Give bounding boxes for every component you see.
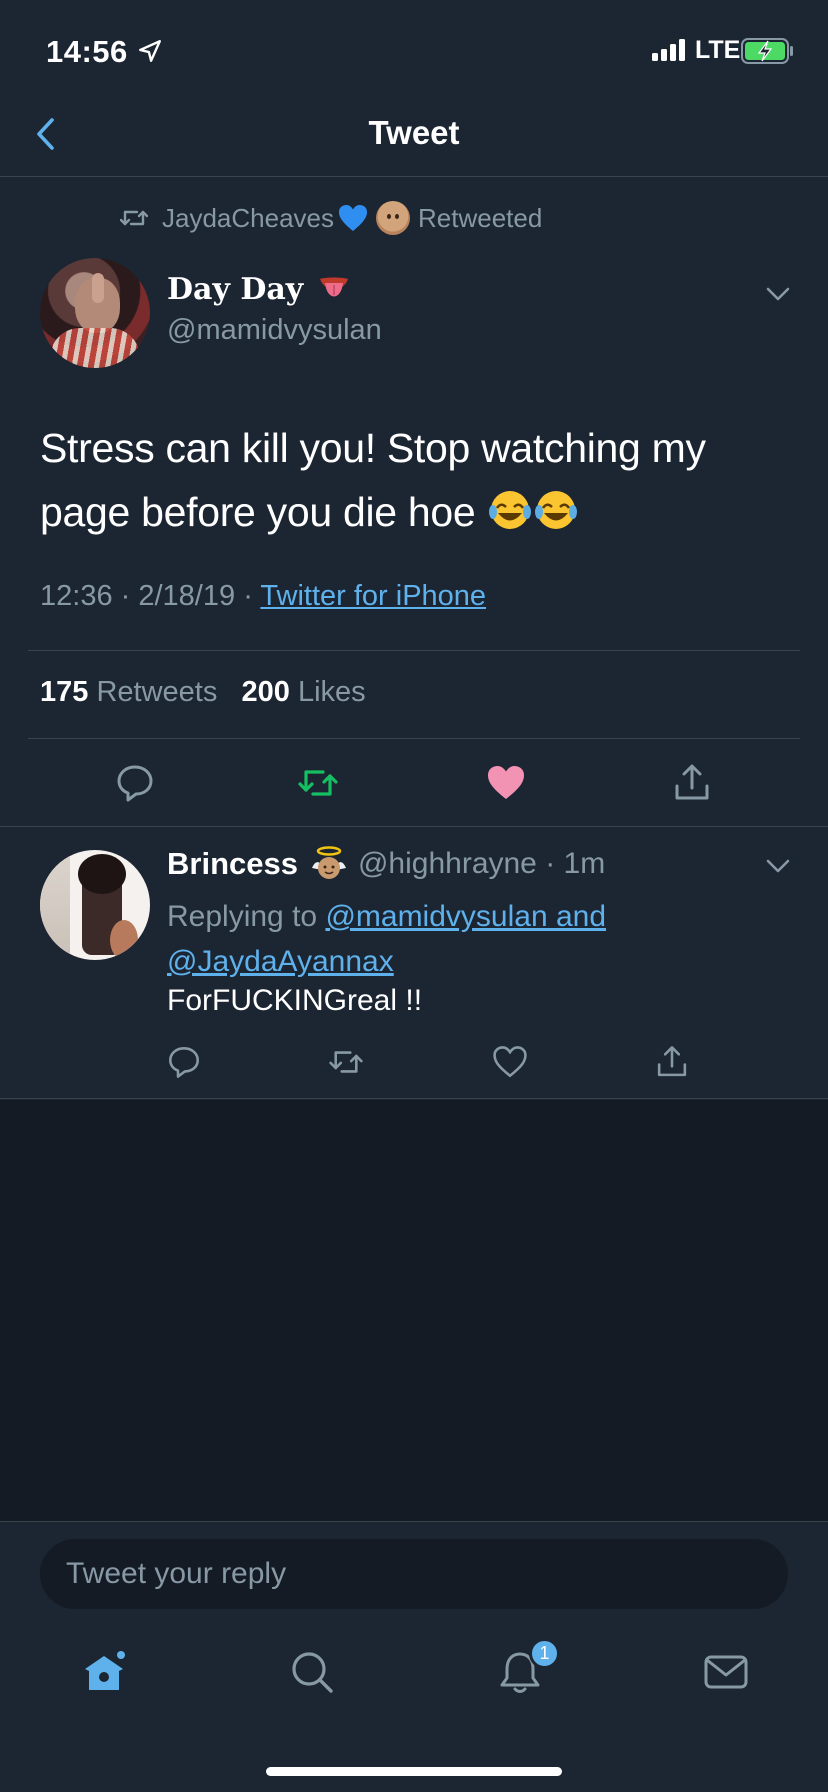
- like-count: 200: [241, 676, 290, 708]
- replying-to-link-mamidvysulan[interactable]: @mamidvysulan and: [325, 900, 606, 933]
- retweet-count-link[interactable]: 175 Retweets: [40, 676, 217, 708]
- share-icon[interactable]: [671, 762, 713, 804]
- author-handle[interactable]: @mamidvysulan: [167, 314, 382, 347]
- like-heart-icon[interactable]: [492, 1044, 528, 1080]
- reply-author-handle[interactable]: @highhrayne: [358, 847, 537, 881]
- status-bar: 14:56 LTE: [0, 0, 828, 100]
- reply-composer[interactable]: [40, 1539, 788, 1609]
- author-avatar[interactable]: [40, 258, 150, 368]
- like-heart-icon[interactable]: [485, 762, 527, 804]
- chevron-down-icon[interactable]: [764, 856, 792, 876]
- share-icon[interactable]: [654, 1044, 690, 1080]
- notification-badge: 1: [529, 1638, 560, 1669]
- reply-header: Brincess @highhrayne · 1m: [167, 846, 606, 882]
- reply-icon[interactable]: [114, 762, 156, 804]
- divider: [28, 650, 800, 651]
- battery-charging-icon: [741, 38, 793, 64]
- tweet-text-content: Stress can kill you! Stop watching my pa…: [40, 425, 706, 535]
- tweet-text: Stress can kill you! Stop watching my pa…: [40, 416, 800, 544]
- engagement-counts: 175 Retweets 200 Likes: [40, 676, 366, 709]
- likes-label: Likes: [297, 676, 366, 708]
- signal-icon: [652, 39, 685, 61]
- reply-icon[interactable]: [166, 1044, 202, 1080]
- retweets-label: Retweets: [96, 676, 218, 708]
- page-title: Tweet: [368, 114, 460, 151]
- tweet-time: 12:36: [40, 580, 113, 612]
- like-count-link[interactable]: 200 Likes: [242, 676, 366, 708]
- angel-baby-emoji-icon: [311, 846, 346, 879]
- replying-prefix: Replying to: [167, 900, 318, 933]
- replying-to: Replying to @mamidvysulan and @JaydaAyan…: [167, 894, 807, 984]
- network-label: LTE: [695, 36, 741, 64]
- baby-emoji-icon: [376, 201, 410, 235]
- retweet-icon: [120, 210, 148, 226]
- tongue-emoji-icon: [320, 277, 349, 296]
- reply-author-name[interactable]: Brincess: [167, 846, 298, 882]
- retweeted-label: Retweeted: [418, 202, 543, 233]
- tweet-detail-screen: 14:56 LTE Tweet JaydaCheaves Retweeted D…: [0, 0, 828, 1792]
- reply-text: ForFUCKINGreal !!: [167, 984, 423, 1017]
- reply-input[interactable]: [40, 1539, 788, 1609]
- tweet-date: 2/18/19: [138, 580, 236, 612]
- retweet-icon[interactable]: [328, 1044, 364, 1080]
- tears-of-joy-emoji-icon: [535, 491, 578, 529]
- nav-header: Tweet: [0, 100, 828, 177]
- retweet-banner[interactable]: JaydaCheaves Retweeted: [120, 200, 542, 236]
- chevron-down-icon[interactable]: [764, 284, 792, 304]
- divider: [0, 826, 828, 827]
- tears-of-joy-emoji-icon: [489, 491, 532, 529]
- author-display-name[interactable]: Day Day: [167, 272, 351, 307]
- home-indicator[interactable]: [266, 1767, 562, 1776]
- author-name-text: Day Day: [167, 272, 304, 307]
- divider: [28, 738, 800, 739]
- retweet-icon[interactable]: [297, 762, 339, 804]
- divider: [0, 1098, 828, 1099]
- reply-age: 1m: [563, 847, 606, 880]
- reply-author-avatar[interactable]: [40, 850, 150, 960]
- search-icon[interactable]: [288, 1648, 336, 1696]
- retweet-count: 175: [40, 676, 89, 708]
- messages-icon[interactable]: [702, 1648, 750, 1696]
- status-time: 14:56: [46, 34, 128, 69]
- retweeter-name: JaydaCheaves: [162, 202, 334, 233]
- location-arrow-icon: [139, 40, 161, 62]
- replying-to-link-jaydaayannax[interactable]: @JaydaAyannax: [167, 945, 394, 978]
- blue-heart-emoji-icon: [339, 205, 367, 231]
- tweet-source-link[interactable]: Twitter for iPhone: [260, 580, 486, 612]
- tweet-meta: 12:36 · 2/18/19 · Twitter for iPhone: [40, 580, 487, 612]
- home-icon[interactable]: [80, 1648, 128, 1696]
